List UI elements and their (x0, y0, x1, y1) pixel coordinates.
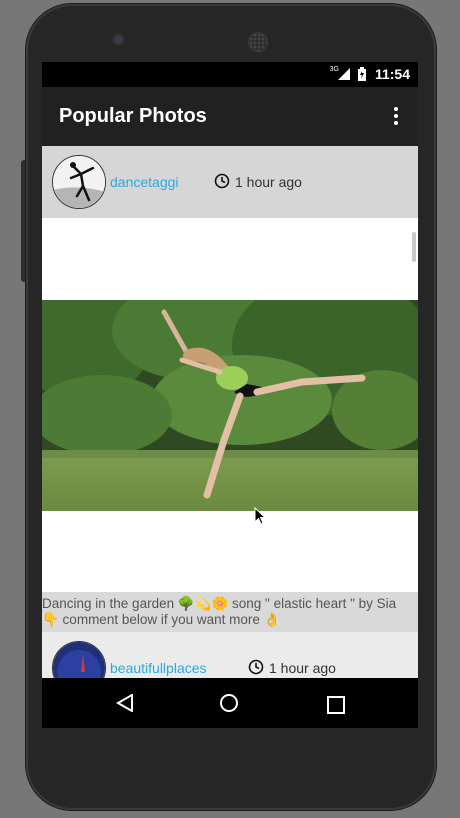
status-time: 11:54 (374, 66, 410, 82)
username-link[interactable]: dancetaggi (110, 174, 179, 190)
photo-feed[interactable]: dancetaggi 1 hour ago Dancing in the gar… (42, 146, 418, 678)
post-timestamp: 1 hour ago (269, 660, 336, 676)
feed-scrollbar[interactable] (412, 232, 416, 262)
page-title: Popular Photos (59, 105, 207, 127)
signal-icon (338, 68, 350, 80)
recents-square-icon[interactable] (327, 696, 345, 714)
post-header[interactable]: beautifullplaces 1 hour ago (42, 632, 418, 678)
avatar[interactable] (52, 155, 106, 209)
places-avatar-image (53, 642, 105, 678)
dancer-avatar-image (53, 156, 105, 208)
username-link[interactable]: beautifullplaces (110, 660, 207, 676)
avatar[interactable] (52, 641, 106, 678)
front-camera (114, 35, 123, 44)
clock-icon (214, 173, 230, 189)
status-bar: 3G 11:54 (42, 62, 418, 87)
caption-line-1: Dancing in the garden 🌳💫🌼 song " elastic… (42, 596, 397, 611)
battery-icon (358, 67, 366, 81)
dancer-garden-photo (42, 300, 418, 511)
post-photo[interactable] (42, 300, 418, 511)
post-timestamp: 1 hour ago (235, 174, 302, 190)
post-caption: Dancing in the garden 🌳💫🌼 song " elastic… (42, 592, 418, 632)
navigation-bar (42, 678, 418, 728)
post-header[interactable]: dancetaggi 1 hour ago (42, 146, 418, 218)
app-bar: Popular Photos (42, 87, 418, 146)
caption-line-2: 👇 comment below if you want more 👌 (42, 612, 281, 627)
back-triangle-icon[interactable] (116, 694, 134, 712)
device-screen: 3G 11:54 Popular Photos dancetaggi 1 hou… (42, 62, 418, 728)
clock-icon (248, 659, 264, 675)
mouse-cursor-icon (254, 507, 266, 525)
post-photo-container[interactable] (42, 218, 418, 592)
earpiece-speaker (248, 32, 268, 52)
more-vert-icon[interactable] (388, 107, 404, 129)
home-circle-icon[interactable] (219, 693, 239, 713)
